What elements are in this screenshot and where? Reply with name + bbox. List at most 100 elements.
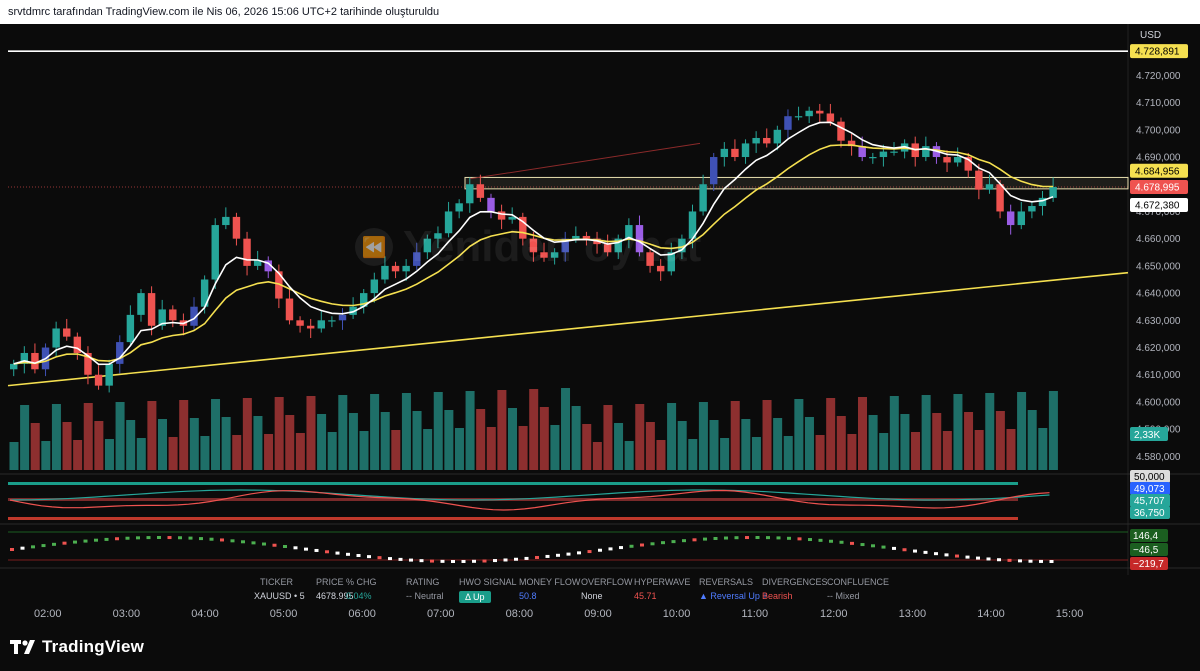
volume-bar <box>338 395 348 470</box>
candle-body <box>105 363 113 386</box>
volume-bar <box>815 435 825 470</box>
candle-body <box>763 137 771 144</box>
osc2-dot <box>965 555 970 559</box>
candle-body <box>731 148 739 158</box>
osc1-label-text: 49,073 <box>1134 484 1165 495</box>
tradingview-logo[interactable]: TradingView <box>10 637 144 657</box>
osc2-dot <box>608 547 613 551</box>
currency-label: USD <box>1140 30 1162 41</box>
volume-bar <box>974 430 984 470</box>
volume-bar <box>359 431 369 470</box>
osc2-dot <box>692 538 697 542</box>
x-tick-label: 05:00 <box>270 608 298 620</box>
volume-bar <box>115 402 125 470</box>
x-tick-label: 03:00 <box>113 608 141 620</box>
osc2-dot <box>251 541 256 545</box>
volume-bar <box>104 439 114 470</box>
osc2-dot <box>902 548 907 552</box>
volume-bar <box>836 416 846 470</box>
volume-bar <box>614 423 624 470</box>
osc2-dot <box>997 558 1001 562</box>
volume-bar <box>730 401 740 470</box>
volume-bar <box>868 415 878 470</box>
volume-bar <box>391 430 401 470</box>
osc2-label-text: −46,5 <box>1133 545 1159 556</box>
volume-bar <box>242 398 252 470</box>
volume-bar <box>751 437 761 470</box>
volume-bar <box>211 399 221 470</box>
volume-bar <box>964 412 974 470</box>
volume-bar <box>656 440 666 470</box>
x-tick-label: 15:00 <box>1056 608 1084 620</box>
osc2-dot <box>650 542 655 546</box>
osc2-dot <box>409 558 413 562</box>
volume-bar <box>667 403 677 470</box>
osc2-dot <box>83 539 88 543</box>
candle-body <box>1017 211 1025 226</box>
tradingview-wordmark: TradingView <box>42 637 145 656</box>
osc2-dot <box>62 541 67 545</box>
volume-bar <box>603 405 613 470</box>
osc2-dot <box>734 536 739 540</box>
price-chart[interactable]: 4.720,000 4.710,000 4.700,000 4.690,000 4.68… <box>0 24 1200 628</box>
x-tick-label: 10:00 <box>663 608 691 620</box>
osc2-dot <box>157 536 161 540</box>
candle-body <box>720 148 729 158</box>
y-tick-label: 4.720,000 <box>1136 71 1181 82</box>
table-value-cell: None <box>581 591 603 601</box>
volume-label-text: 2,33K <box>1134 430 1160 441</box>
x-tick-label: 08:00 <box>506 608 534 620</box>
candle-body <box>879 151 888 158</box>
volume-bar <box>476 409 486 470</box>
osc2-dot <box>461 559 466 563</box>
volume-bar <box>264 434 274 470</box>
candle-body <box>699 184 707 212</box>
table-header-cell: HWO SIGNAL <box>459 577 517 587</box>
volume-bar <box>529 389 539 470</box>
volume-bar <box>847 434 857 470</box>
volume-bar <box>507 408 517 470</box>
candle-body <box>837 121 845 141</box>
osc2-dot <box>787 536 791 540</box>
candle-body <box>816 110 824 114</box>
volume-bar <box>1027 410 1037 470</box>
x-tick-label: 11:00 <box>741 608 768 620</box>
osc2-dot <box>31 545 35 549</box>
candle-body <box>222 216 230 226</box>
header-title: srvtdmrc tarafından TradingView.com ile … <box>8 6 440 18</box>
table-header-cell: RATING <box>406 577 440 587</box>
osc2-dot <box>1007 558 1012 562</box>
osc2-dot <box>262 542 266 546</box>
volume-bar <box>327 432 337 470</box>
volume-bar <box>677 421 687 470</box>
volume-bar <box>921 395 931 470</box>
osc2-dot <box>797 537 802 541</box>
osc2-dot <box>724 536 728 540</box>
x-tick-label: 13:00 <box>899 608 927 620</box>
osc2-dot <box>1049 559 1054 563</box>
volume-bar <box>454 428 464 470</box>
osc2-dot <box>482 559 487 563</box>
header-bar: srvtdmrc tarafından TradingView.com ile … <box>0 0 1200 24</box>
volume-bar <box>688 439 698 470</box>
volume-bar <box>51 404 61 470</box>
volume-bar <box>518 426 528 470</box>
osc2-dot <box>598 548 602 552</box>
osc2-dot <box>755 536 760 540</box>
volume-bar <box>157 419 167 470</box>
volume-bar <box>200 436 210 470</box>
candle-body <box>487 197 495 212</box>
volume-bar <box>232 435 242 470</box>
osc2-dot <box>682 539 686 543</box>
osc1-label-text: 45,707 <box>1134 496 1165 507</box>
osc2-dot <box>167 536 172 540</box>
volume-bar <box>306 396 316 470</box>
rewind-icon: ⏪ <box>355 228 393 266</box>
candle-body <box>126 314 135 343</box>
table-value-cell: 50.8 <box>519 591 537 601</box>
osc2-dot <box>661 541 665 545</box>
osc2-dot <box>566 552 571 556</box>
osc2-dot <box>1039 559 1043 563</box>
osc1-top-band <box>8 482 1018 485</box>
volume-bar <box>709 420 719 470</box>
